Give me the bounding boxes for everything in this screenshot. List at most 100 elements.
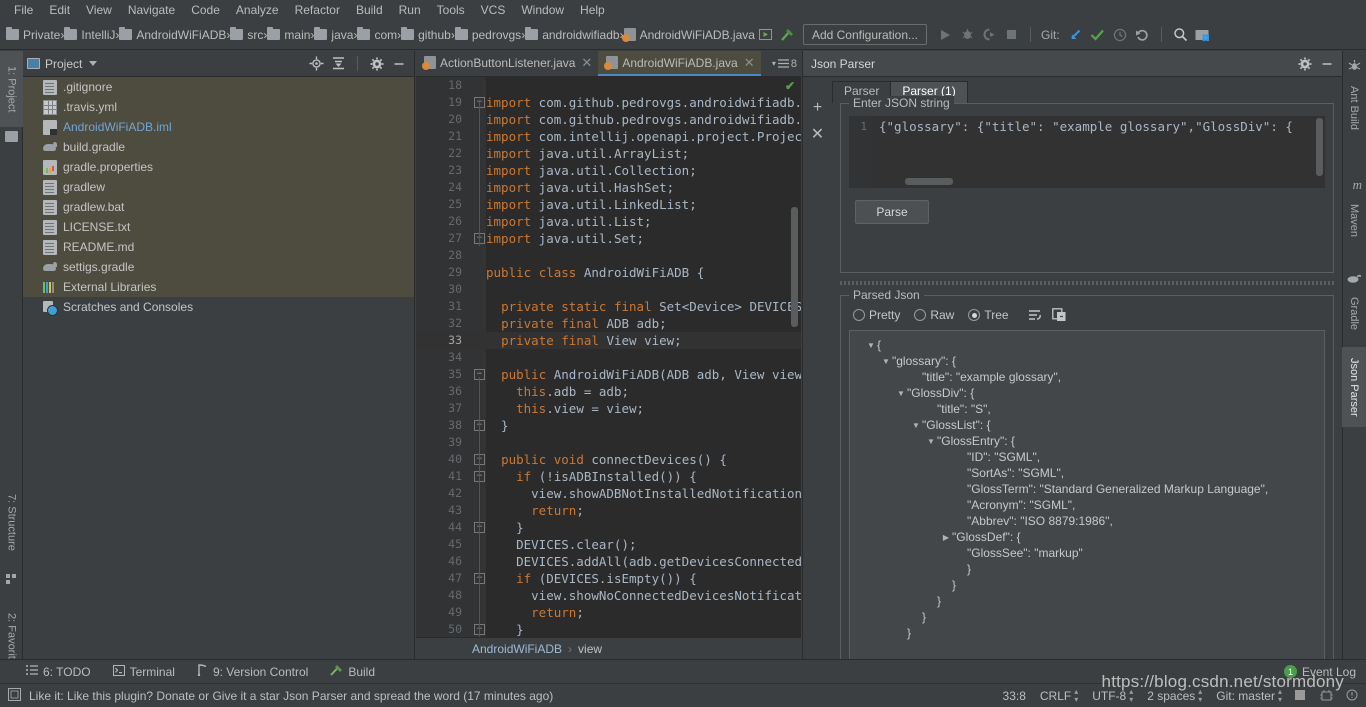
- line-number[interactable]: 19: [416, 94, 462, 111]
- menu-item-code[interactable]: Code: [183, 1, 228, 19]
- json-tree-row-5[interactable]: ▼ "GlossList": {: [850, 417, 1324, 433]
- menu-item-window[interactable]: Window: [513, 1, 572, 19]
- line-number[interactable]: 20: [416, 111, 462, 128]
- locate-target-icon[interactable]: [305, 53, 327, 75]
- tree-item-10[interactable]: External Libraries: [23, 277, 414, 297]
- tree-item-9[interactable]: settigs.gradle: [23, 257, 414, 277]
- code-editor[interactable]: ✔ 18−19import com.github.pedrovgs.androi…: [416, 77, 801, 652]
- sidebar-item-maven[interactable]: Maven: [1342, 194, 1366, 248]
- bottom-item-terminal[interactable]: Terminal: [112, 664, 175, 679]
- line-number[interactable]: 46: [416, 553, 462, 570]
- breadcrumb-item-3[interactable]: src: [230, 27, 263, 42]
- json-tree-row-0[interactable]: ▼{: [850, 337, 1324, 353]
- radio-pretty[interactable]: Pretty: [853, 308, 908, 322]
- line-number[interactable]: 49: [416, 604, 462, 621]
- add-parser-tab-button[interactable]: +: [807, 95, 829, 121]
- tree-item-7[interactable]: LICENSE.txt: [23, 217, 414, 237]
- bottom-item-todo[interactable]: 6: TODO: [26, 665, 91, 679]
- sidebar-item-ant-build[interactable]: Ant Build: [1342, 73, 1366, 143]
- build-hammer-icon[interactable]: [778, 25, 798, 45]
- json-tree-row-13[interactable]: "GlossSee": "markup": [850, 545, 1324, 561]
- sidebar-item-json-parser[interactable]: Json Parser: [1342, 347, 1366, 427]
- json-panel-splitter[interactable]: [840, 281, 1334, 285]
- run-anything-icon[interactable]: [756, 25, 776, 45]
- tree-expand-arrow-open-icon[interactable]: ▼: [865, 341, 877, 350]
- breadcrumb-member[interactable]: view: [578, 642, 602, 656]
- menu-item-edit[interactable]: Edit: [41, 1, 78, 19]
- json-tree-row-17[interactable]: }: [850, 609, 1324, 625]
- editor-tabs-overflow-button[interactable]: ▾ 8: [768, 51, 801, 76]
- status-message[interactable]: Like it: Like this plugin? Donate or Giv…: [29, 689, 553, 703]
- json-tree-row-12[interactable]: ▶ "GlossDef": {: [850, 529, 1324, 545]
- tree-item-1[interactable]: .travis.yml: [23, 97, 414, 117]
- line-number[interactable]: 43: [416, 502, 462, 519]
- line-number[interactable]: 47: [416, 570, 462, 587]
- breadcrumb-item-8[interactable]: pedrovgs: [454, 27, 521, 42]
- close-icon[interactable]: ✕: [744, 56, 755, 69]
- line-number[interactable]: 24: [416, 179, 462, 196]
- radio-raw[interactable]: Raw: [914, 308, 962, 322]
- editor-vertical-scrollbar[interactable]: [791, 207, 798, 327]
- line-number[interactable]: 34: [416, 349, 462, 366]
- breadcrumb-item-7[interactable]: github: [401, 27, 451, 42]
- json-tree-row-11[interactable]: "Abbrev": "ISO 8879:1986",: [850, 513, 1324, 529]
- line-number[interactable]: 21: [416, 128, 462, 145]
- json-tree-row-9[interactable]: "GlossTerm": "Standard Generalized Marku…: [850, 481, 1324, 497]
- tree-item-2[interactable]: AndroidWiFiADB.iml: [23, 117, 414, 137]
- tree-expand-arrow-open-icon[interactable]: ▼: [925, 437, 937, 446]
- breadcrumb-item-6[interactable]: com: [357, 27, 397, 42]
- git-history-icon[interactable]: [1110, 25, 1130, 45]
- json-tree-row-14[interactable]: }: [850, 561, 1324, 577]
- json-tree-row-7[interactable]: "ID": "SGML",: [850, 449, 1324, 465]
- json-tree-row-3[interactable]: ▼ "GlossDiv": {: [850, 385, 1324, 401]
- tree-expand-arrow-open-icon[interactable]: ▼: [895, 389, 907, 398]
- stop-icon[interactable]: [1001, 25, 1021, 45]
- json-tree-row-16[interactable]: }: [850, 593, 1324, 609]
- run-configuration-selector[interactable]: Add Configuration...: [802, 24, 928, 45]
- collapse-all-icon[interactable]: [327, 53, 349, 75]
- settings-gear-icon[interactable]: [1294, 53, 1316, 75]
- event-log-button[interactable]: 1 Event Log: [1283, 665, 1356, 679]
- line-number[interactable]: 44: [416, 519, 462, 536]
- json-tree-row-10[interactable]: "Acronym": "SGML",: [850, 497, 1324, 513]
- bottom-item-version-control[interactable]: 9: Version Control: [197, 664, 308, 679]
- json-input-editor[interactable]: 1 {"glossary": {"title": "example glossa…: [849, 116, 1325, 188]
- chevron-down-icon[interactable]: [89, 61, 98, 66]
- sidebar-item-gradle[interactable]: Gradle: [1342, 287, 1366, 341]
- line-number[interactable]: 48: [416, 587, 462, 604]
- line-number[interactable]: 38: [416, 417, 462, 434]
- inspections-icon[interactable]: [1320, 689, 1334, 703]
- memory-indicator-icon[interactable]: [1294, 689, 1308, 703]
- json-tree-row-15[interactable]: }: [850, 577, 1324, 593]
- hide-minimize-icon[interactable]: [1316, 53, 1338, 75]
- bottom-item-build[interactable]: Build: [330, 664, 375, 679]
- breadcrumb-item-2[interactable]: AndroidWiFiADB: [119, 27, 226, 42]
- menu-item-view[interactable]: View: [78, 1, 120, 19]
- breadcrumb-item-10[interactable]: AndroidWiFiADB.java: [621, 28, 755, 42]
- breadcrumb-item-9[interactable]: androidwifiadb: [525, 27, 620, 42]
- tree-item-5[interactable]: gradlew: [23, 177, 414, 197]
- git-commit-icon[interactable]: [1088, 25, 1108, 45]
- json-tree-row-2[interactable]: "title": "example glossary",: [850, 369, 1324, 385]
- editor-breadcrumb[interactable]: AndroidWiFiADB › view: [416, 637, 801, 659]
- debug-icon[interactable]: [957, 25, 977, 45]
- tree-item-4[interactable]: gradle.properties: [23, 157, 414, 177]
- line-number[interactable]: 41: [416, 468, 462, 485]
- menu-item-help[interactable]: Help: [572, 1, 613, 19]
- line-number[interactable]: 35: [416, 366, 462, 383]
- menu-item-tools[interactable]: Tools: [429, 1, 473, 19]
- menu-item-refactor[interactable]: Refactor: [287, 1, 348, 19]
- line-number[interactable]: 39: [416, 434, 462, 451]
- menu-item-build[interactable]: Build: [348, 1, 391, 19]
- line-number[interactable]: 25: [416, 196, 462, 213]
- line-number[interactable]: 28: [416, 247, 462, 264]
- line-number[interactable]: 50: [416, 621, 462, 638]
- json-tree-row-1[interactable]: ▼ "glossary": {: [850, 353, 1324, 369]
- breadcrumb-item-1[interactable]: IntelliJ: [64, 27, 115, 42]
- json-tree-row-4[interactable]: "title": "S",: [850, 401, 1324, 417]
- tree-item-6[interactable]: gradlew.bat: [23, 197, 414, 217]
- line-number[interactable]: 42: [416, 485, 462, 502]
- menu-item-file[interactable]: File: [6, 1, 41, 19]
- json-tree-row-18[interactable]: }: [850, 625, 1324, 641]
- line-number[interactable]: 27: [416, 230, 462, 247]
